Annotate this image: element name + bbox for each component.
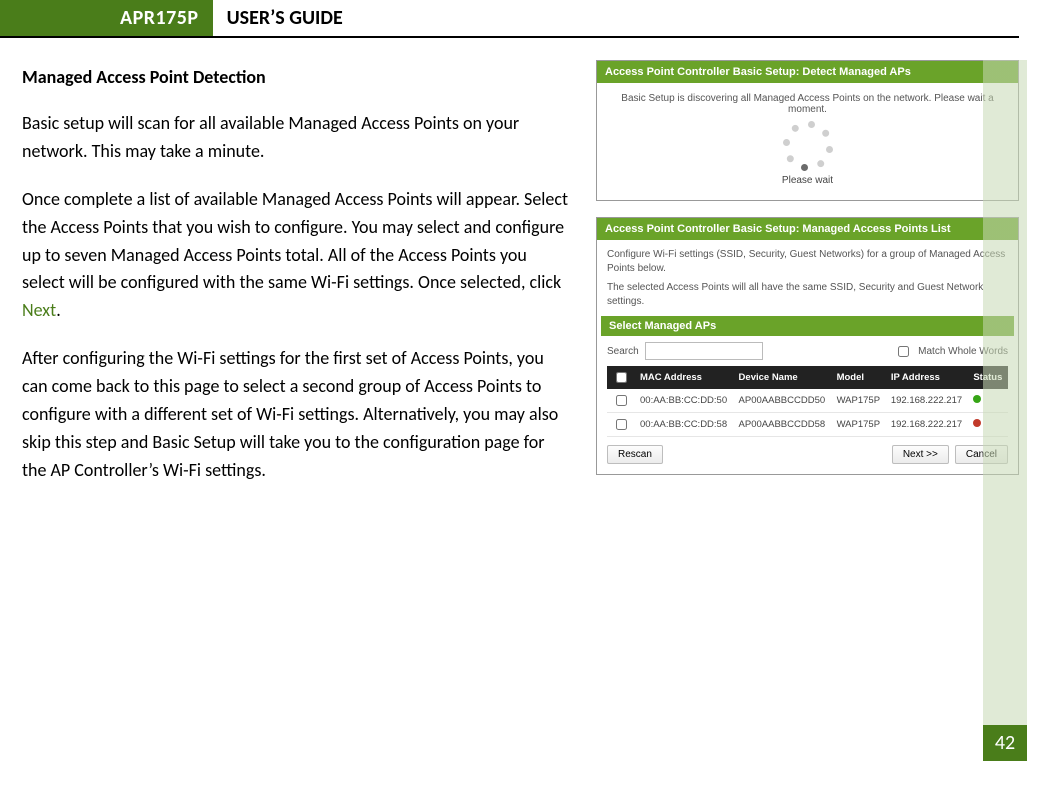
product-badge: APR175P xyxy=(0,0,213,36)
cell-status xyxy=(968,389,1008,413)
ap-table: MAC Address Device Name Model IP Address… xyxy=(607,366,1008,437)
paragraph-1: Basic setup will scan for all available … xyxy=(22,110,572,166)
page-number-tab: 42 xyxy=(983,725,1027,761)
paragraph-2: Once complete a list of available Manage… xyxy=(22,186,572,325)
match-whole-words-checkbox[interactable] xyxy=(898,346,909,357)
card2-subtitle: Select Managed APs xyxy=(601,316,1014,336)
body: Managed Access Point Detection Basic set… xyxy=(0,38,1041,491)
card-detect-aps: Access Point Controller Basic Setup: Det… xyxy=(596,60,1019,201)
card2-desc2: The selected Access Points will all have… xyxy=(607,281,1008,308)
card2-body: Configure Wi-Fi settings (SSID, Security… xyxy=(597,240,1018,474)
search-row: Search Match Whole Words xyxy=(607,342,1008,360)
spinner-wrap: Please wait xyxy=(609,115,1006,190)
col-ip[interactable]: IP Address xyxy=(886,366,969,389)
col-mac[interactable]: MAC Address xyxy=(635,366,734,389)
paragraph-2a: Once complete a list of available Manage… xyxy=(22,188,568,294)
col-name[interactable]: Device Name xyxy=(734,366,832,389)
cancel-button[interactable]: Cancel xyxy=(955,445,1008,464)
row-checkbox[interactable] xyxy=(616,419,627,430)
section-heading: Managed Access Point Detection xyxy=(22,66,572,88)
match-whole-words-label: Match Whole Words xyxy=(918,346,1008,357)
table-row[interactable]: 00:AA:BB:CC:DD:50 AP00AABBCCDD50 WAP175P… xyxy=(607,389,1008,413)
search-input[interactable] xyxy=(645,342,763,360)
cell-mac: 00:AA:BB:CC:DD:50 xyxy=(635,389,734,413)
cell-model: WAP175P xyxy=(832,413,886,437)
button-row: Rescan Next >> Cancel xyxy=(607,445,1008,464)
right-column: Access Point Controller Basic Setup: Det… xyxy=(596,60,1019,491)
card-ap-list: Access Point Controller Basic Setup: Man… xyxy=(596,217,1019,475)
card2-title: Access Point Controller Basic Setup: Man… xyxy=(597,218,1018,240)
select-all-checkbox[interactable] xyxy=(616,372,627,383)
cell-model: WAP175P xyxy=(832,389,886,413)
cell-mac: 00:AA:BB:CC:DD:58 xyxy=(635,413,734,437)
left-column: Managed Access Point Detection Basic set… xyxy=(22,60,572,491)
loading-spinner-icon xyxy=(785,123,831,169)
cell-ip: 192.168.222.217 xyxy=(886,389,969,413)
cell-name: AP00AABBCCDD50 xyxy=(734,389,832,413)
status-dot-red-icon xyxy=(973,419,981,427)
card2-desc1: Configure Wi-Fi settings (SSID, Security… xyxy=(607,248,1008,275)
header-bar: APR175P USER’S GUIDE xyxy=(0,0,1019,38)
button-group-right: Next >> Cancel xyxy=(892,445,1008,464)
search-label: Search xyxy=(607,346,639,357)
col-select[interactable] xyxy=(607,366,635,389)
next-button[interactable]: Next >> xyxy=(892,445,949,464)
next-link-text: Next xyxy=(22,299,56,321)
row-checkbox[interactable] xyxy=(616,395,627,406)
table-row[interactable]: 00:AA:BB:CC:DD:58 AP00AABBCCDD58 WAP175P… xyxy=(607,413,1008,437)
table-header-row: MAC Address Device Name Model IP Address… xyxy=(607,366,1008,389)
rescan-button[interactable]: Rescan xyxy=(607,445,663,464)
cell-ip: 192.168.222.217 xyxy=(886,413,969,437)
card1-title: Access Point Controller Basic Setup: Det… xyxy=(597,61,1018,83)
card1-body: Basic Setup is discovering all Managed A… xyxy=(597,83,1018,200)
col-status[interactable]: Status xyxy=(968,366,1008,389)
doc-title: USER’S GUIDE xyxy=(213,0,357,36)
please-wait-text: Please wait xyxy=(609,175,1006,186)
cell-status xyxy=(968,413,1008,437)
paragraph-3: After configuring the Wi-Fi settings for… xyxy=(22,345,572,484)
paragraph-2b: . xyxy=(56,299,61,321)
cell-name: AP00AABBCCDD58 xyxy=(734,413,832,437)
card1-desc: Basic Setup is discovering all Managed A… xyxy=(609,93,1006,115)
col-model[interactable]: Model xyxy=(832,366,886,389)
status-dot-green-icon xyxy=(973,395,981,403)
